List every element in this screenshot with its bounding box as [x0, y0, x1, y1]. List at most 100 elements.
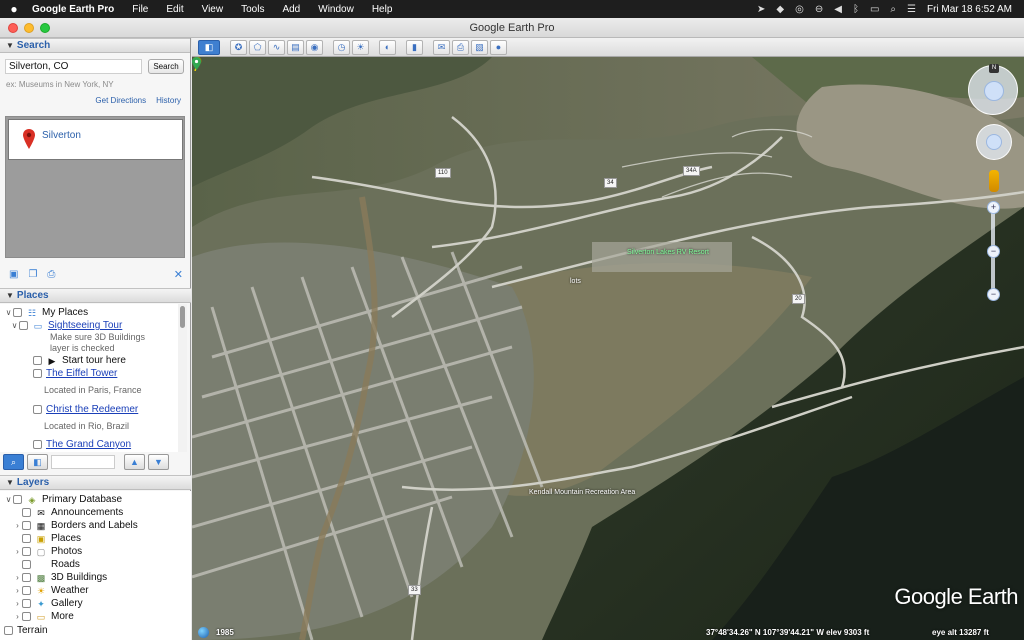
- checkbox[interactable]: [22, 612, 31, 621]
- ruler-icon[interactable]: ▮: [406, 39, 423, 55]
- menu-window[interactable]: Window: [309, 4, 363, 15]
- zoom-out-icon[interactable]: −: [987, 288, 1000, 301]
- places-scrollbar[interactable]: [178, 304, 187, 452]
- sidebar-toggle-icon[interactable]: ◧: [198, 39, 220, 55]
- copy-icon[interactable]: ❐: [28, 269, 37, 280]
- checkbox[interactable]: [4, 626, 13, 635]
- close-window-button[interactable]: [8, 23, 18, 33]
- street-view-pegman-icon[interactable]: [989, 170, 999, 192]
- add-overlay-icon[interactable]: ▤: [287, 39, 304, 55]
- layer-announcements[interactable]: ✉ Announcements: [13, 507, 123, 518]
- zoom-handle[interactable]: −: [987, 245, 1000, 258]
- checkbox[interactable]: [33, 356, 42, 365]
- tree-row-my-places[interactable]: ∨ ☷ My Places: [4, 307, 89, 318]
- layers-panel-header[interactable]: ▼ Layers: [0, 475, 191, 490]
- collapse-triangle-icon[interactable]: ▼: [6, 478, 14, 487]
- checkbox[interactable]: [13, 495, 22, 504]
- layer-primary-database[interactable]: ∨ ◈ Primary Database: [4, 494, 122, 505]
- disclosure-triangle-icon[interactable]: ∨: [4, 495, 13, 504]
- disclosure-triangle-icon[interactable]: ∨: [10, 321, 19, 330]
- tree-row-eiffel-tower[interactable]: The Eiffel Tower: [24, 368, 117, 379]
- folder-icon[interactable]: ▣: [9, 269, 18, 280]
- battery-icon[interactable]: ▭: [870, 4, 879, 15]
- record-tour-icon[interactable]: ◉: [306, 39, 323, 55]
- search-input[interactable]: [5, 59, 142, 74]
- checkbox[interactable]: [22, 573, 31, 582]
- search-panel-header[interactable]: ▼ Search: [0, 38, 190, 53]
- globe-icon[interactable]: [198, 627, 209, 638]
- layer-weather[interactable]: › ☀ Weather: [13, 585, 88, 596]
- hand-icon[interactable]: [986, 134, 1002, 150]
- checkbox[interactable]: [22, 534, 31, 543]
- disclosure-triangle-icon[interactable]: ›: [13, 521, 22, 530]
- sync-icon[interactable]: ◎: [795, 4, 804, 15]
- print-icon[interactable]: ⎙: [452, 39, 469, 55]
- search-result-label[interactable]: Silverton: [42, 130, 81, 141]
- add-polygon-icon[interactable]: ⬠: [249, 39, 266, 55]
- add-placemark-icon[interactable]: ✪: [230, 39, 247, 55]
- checkbox[interactable]: [19, 321, 28, 330]
- checkbox[interactable]: [22, 599, 31, 608]
- checkbox[interactable]: [33, 369, 42, 378]
- checkbox[interactable]: [33, 405, 42, 414]
- map-label-resort[interactable]: Silverton Lakes RV Resort: [627, 249, 709, 256]
- tree-row-sightseeing-tour[interactable]: ∨ ▭ Sightseeing Tour: [10, 320, 123, 331]
- compass-north-label[interactable]: N: [989, 64, 999, 73]
- tree-row-grand-canyon[interactable]: The Grand Canyon: [24, 439, 131, 450]
- bluetooth-icon[interactable]: ᛒ: [853, 4, 859, 15]
- move-up-icon[interactable]: ▲: [124, 454, 145, 470]
- look-joystick[interactable]: N: [968, 64, 1018, 115]
- historical-imagery-icon[interactable]: ◷: [333, 39, 350, 55]
- places-filter-input[interactable]: [51, 455, 115, 469]
- disclosure-triangle-icon[interactable]: ∨: [4, 308, 13, 317]
- layer-roads[interactable]: Roads: [13, 559, 80, 570]
- view-in-maps-icon[interactable]: ●: [490, 39, 507, 55]
- search-button[interactable]: Search: [148, 59, 184, 74]
- checkbox[interactable]: [22, 547, 31, 556]
- layer-places[interactable]: ▣ Places: [13, 533, 81, 544]
- layer-photos[interactable]: › ▢ Photos: [13, 546, 82, 557]
- menu-file[interactable]: File: [123, 4, 157, 15]
- eye-icon[interactable]: [984, 81, 1004, 101]
- checkbox[interactable]: [22, 586, 31, 595]
- disclosure-triangle-icon[interactable]: ›: [13, 612, 22, 621]
- imagery-year[interactable]: 1985: [216, 628, 234, 637]
- checkbox[interactable]: [22, 521, 31, 530]
- scrollbar-thumb[interactable]: [180, 306, 185, 328]
- get-directions-link[interactable]: Get Directions: [95, 96, 146, 105]
- menu-tools[interactable]: Tools: [232, 4, 273, 15]
- layer-borders-labels[interactable]: › ▦ Borders and Labels: [13, 520, 138, 531]
- spotlight-search-icon[interactable]: ⌕: [890, 4, 896, 15]
- checkbox[interactable]: [22, 560, 31, 569]
- disclosure-triangle-icon[interactable]: ›: [13, 547, 22, 556]
- disclosure-triangle-icon[interactable]: ›: [13, 586, 22, 595]
- layer-more[interactable]: › ▭ More: [13, 611, 74, 622]
- layer-3d-buildings[interactable]: › ▩ 3D Buildings: [13, 572, 107, 583]
- volume-icon[interactable]: ◀: [834, 4, 842, 15]
- collapse-triangle-icon[interactable]: ▼: [6, 41, 14, 50]
- menu-help[interactable]: Help: [363, 4, 402, 15]
- control-center-icon[interactable]: ☰: [907, 4, 916, 15]
- collapse-triangle-icon[interactable]: ▼: [6, 291, 14, 300]
- print-icon[interactable]: ⎙: [47, 269, 55, 280]
- disclosure-triangle-icon[interactable]: ›: [13, 573, 22, 582]
- location-arrow-icon[interactable]: ➤: [757, 4, 765, 15]
- move-joystick[interactable]: [976, 124, 1012, 160]
- clear-search-icon[interactable]: ✕: [174, 268, 183, 281]
- map-view[interactable]: Silverton Lakes RV Resort lots Kendall M…: [192, 57, 1024, 640]
- panel-toggle-icon[interactable]: ◧: [27, 454, 48, 470]
- zoom-in-icon[interactable]: +: [987, 201, 1000, 214]
- tree-row-christ-redeemer[interactable]: Christ the Redeemer: [24, 404, 138, 415]
- checkbox[interactable]: [33, 440, 42, 449]
- planet-switch-icon[interactable]: ◐: [379, 39, 396, 55]
- minus-circle-icon[interactable]: ⊖: [815, 4, 823, 15]
- save-image-icon[interactable]: ▧: [471, 39, 488, 55]
- menu-add[interactable]: Add: [273, 4, 309, 15]
- menu-view[interactable]: View: [193, 4, 233, 15]
- checkbox[interactable]: [22, 508, 31, 517]
- dropbox-icon[interactable]: ◆: [776, 4, 784, 15]
- tree-row-start-tour[interactable]: ▶ Start tour here: [24, 355, 126, 366]
- disclosure-triangle-icon[interactable]: ›: [13, 599, 22, 608]
- add-path-icon[interactable]: ∿: [268, 39, 285, 55]
- sunlight-icon[interactable]: ☀: [352, 39, 369, 55]
